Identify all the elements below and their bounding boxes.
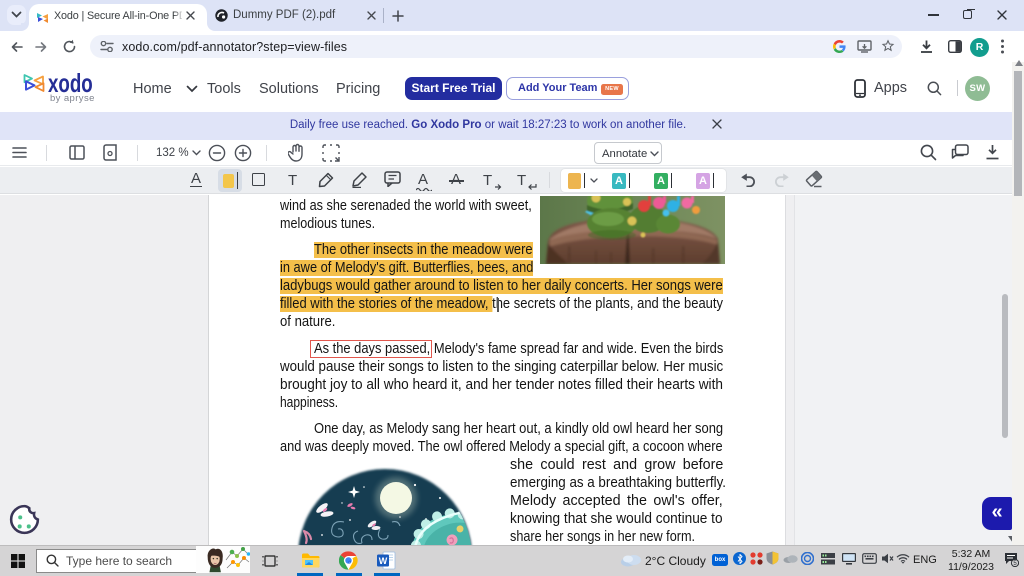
svg-text:W: W <box>379 556 388 566</box>
